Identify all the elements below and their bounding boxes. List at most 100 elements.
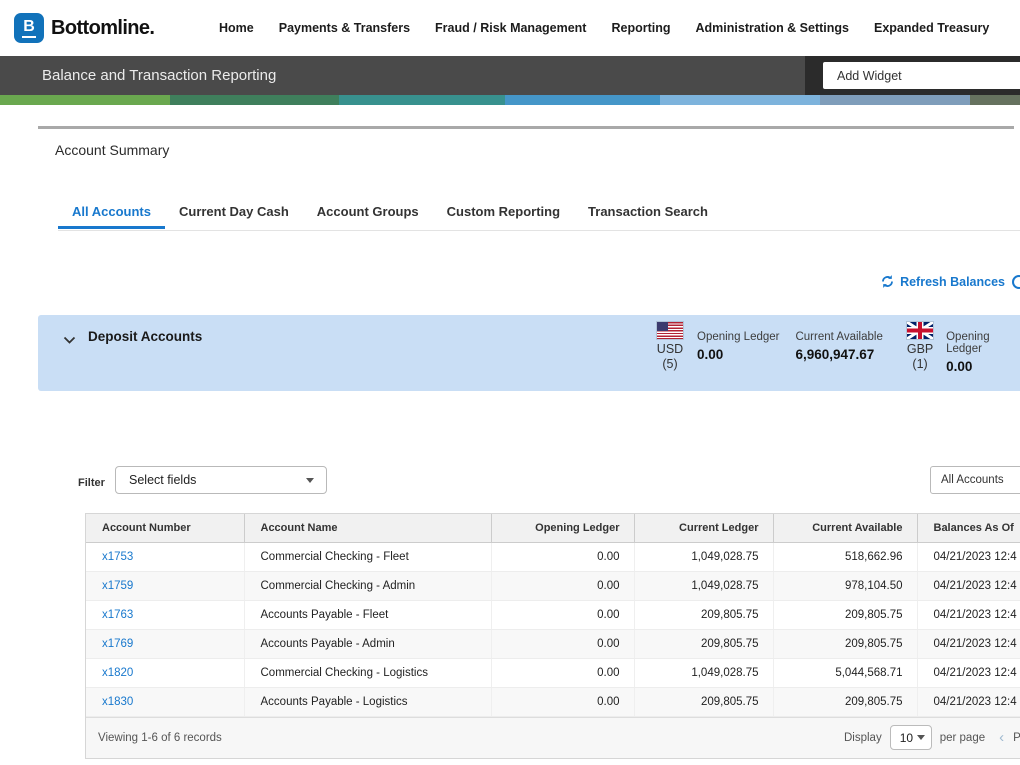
tab-bar: All Accounts Current Day Cash Account Gr… bbox=[58, 198, 722, 229]
cell-current-available: 209,805.75 bbox=[773, 600, 917, 629]
tab-custom-reporting[interactable]: Custom Reporting bbox=[433, 198, 574, 229]
cell-account-name: Commercial Checking - Admin bbox=[244, 571, 491, 600]
nav-item-admin-settings[interactable]: Administration & Settings bbox=[696, 21, 849, 35]
cell-current-ledger: 1,049,028.75 bbox=[634, 571, 773, 600]
cell-current-available: 978,104.50 bbox=[773, 571, 917, 600]
cell-current-ledger: 209,805.75 bbox=[634, 687, 773, 716]
refresh-balances-button[interactable]: Refresh Balances bbox=[880, 274, 1005, 289]
cell-current-ledger: 209,805.75 bbox=[634, 629, 773, 658]
current-available-label: Current Available bbox=[795, 331, 899, 343]
account-number-link[interactable]: x1763 bbox=[102, 609, 133, 621]
deposit-accounts-banner[interactable]: Deposit Accounts USD (5) Opening Ledger … bbox=[38, 315, 1020, 391]
header-account-number[interactable]: Account Number bbox=[86, 514, 244, 542]
all-accounts-value: All Accounts bbox=[941, 474, 1004, 486]
nav-item-reporting[interactable]: Reporting bbox=[611, 21, 670, 35]
nav-item-payments-transfers[interactable]: Payments & Transfers bbox=[279, 21, 410, 35]
page-heading: Account Summary bbox=[55, 142, 169, 158]
cell-current-ledger: 209,805.75 bbox=[634, 600, 773, 629]
table-row: x1769Accounts Payable - Admin0.00209,805… bbox=[86, 629, 1020, 658]
bottomline-logo-icon: B bbox=[14, 13, 44, 43]
opening-ledger-summary: Opening Ledger 0.00 bbox=[946, 322, 1020, 374]
current-available-value: 6,960,947.67 bbox=[795, 347, 899, 362]
cell-balances-as-of: 04/21/2023 12:4 bbox=[917, 658, 1020, 687]
gb-flag-icon bbox=[907, 322, 933, 339]
tab-bar-rule bbox=[58, 230, 1020, 231]
header-account-name[interactable]: Account Name bbox=[244, 514, 491, 542]
cell-account-number: x1769 bbox=[86, 629, 244, 658]
account-number-link[interactable]: x1759 bbox=[102, 580, 133, 592]
cell-balances-as-of: 04/21/2023 12:4 bbox=[917, 600, 1020, 629]
account-number-link[interactable]: x1820 bbox=[102, 667, 133, 679]
currency-code: USD bbox=[657, 342, 683, 356]
cell-balances-as-of: 04/21/2023 12:4 bbox=[917, 571, 1020, 600]
tab-account-groups[interactable]: Account Groups bbox=[303, 198, 433, 229]
header-current-ledger[interactable]: Current Ledger bbox=[634, 514, 773, 542]
nav-item-expanded-treasury[interactable]: Expanded Treasury bbox=[874, 21, 989, 35]
stripe-segment bbox=[0, 95, 170, 105]
currency-flag-column: GBP (1) bbox=[904, 322, 936, 374]
cell-account-name: Commercial Checking - Fleet bbox=[244, 542, 491, 571]
opening-ledger-value: 0.00 bbox=[946, 359, 1020, 374]
cell-opening-ledger: 0.00 bbox=[491, 571, 634, 600]
app-screen: B Bottomline. Home Payments & Transfers … bbox=[0, 0, 1020, 765]
tab-all-accounts[interactable]: All Accounts bbox=[58, 198, 165, 229]
cell-current-available: 209,805.75 bbox=[773, 687, 917, 716]
deposit-accounts-title: Deposit Accounts bbox=[88, 329, 202, 344]
table-header-row: Account Number Account Name Opening Ledg… bbox=[86, 514, 1020, 542]
tab-transaction-search[interactable]: Transaction Search bbox=[574, 198, 722, 229]
brand-name: Bottomline. bbox=[51, 17, 154, 40]
actions-row: Refresh Balances bbox=[0, 272, 1020, 294]
add-widget-dropdown[interactable]: Add Widget bbox=[823, 62, 1020, 89]
header-opening-ledger[interactable]: Opening Ledger bbox=[491, 514, 634, 542]
account-number-link[interactable]: x1830 bbox=[102, 696, 133, 708]
page-title: Balance and Transaction Reporting bbox=[42, 56, 276, 95]
table-row: x1763Accounts Payable - Fleet0.00209,805… bbox=[86, 600, 1020, 629]
cell-current-available: 209,805.75 bbox=[773, 629, 917, 658]
section-divider bbox=[38, 126, 1014, 129]
header-balances-as-of[interactable]: Balances As Of bbox=[917, 514, 1020, 542]
top-nav: B Bottomline. Home Payments & Transfers … bbox=[0, 0, 1020, 56]
cell-account-name: Accounts Payable - Fleet bbox=[244, 600, 491, 629]
cell-opening-ledger: 0.00 bbox=[491, 687, 634, 716]
nav-item-fraud-risk[interactable]: Fraud / Risk Management bbox=[435, 21, 586, 35]
clipped-action-icon[interactable] bbox=[1012, 275, 1020, 289]
cell-account-number: x1830 bbox=[86, 687, 244, 716]
account-number-link[interactable]: x1769 bbox=[102, 638, 133, 650]
all-accounts-dropdown[interactable]: All Accounts bbox=[930, 466, 1020, 494]
table-row: x1820Commercial Checking - Logistics0.00… bbox=[86, 658, 1020, 687]
stripe-segment bbox=[505, 95, 660, 105]
cell-account-number: x1759 bbox=[86, 571, 244, 600]
cell-balances-as-of: 04/21/2023 12:4 bbox=[917, 687, 1020, 716]
tab-current-day-cash[interactable]: Current Day Cash bbox=[165, 198, 303, 229]
us-flag-icon bbox=[657, 322, 683, 339]
logo-letter: B bbox=[22, 19, 36, 38]
chevron-down-icon bbox=[306, 478, 314, 483]
cell-current-available: 518,662.96 bbox=[773, 542, 917, 571]
refresh-balances-label: Refresh Balances bbox=[900, 275, 1005, 289]
per-page-select[interactable]: 10 bbox=[890, 725, 932, 750]
opening-ledger-summary: Opening Ledger 0.00 bbox=[697, 322, 779, 371]
per-page-value: 10 bbox=[900, 731, 913, 745]
select-fields-dropdown[interactable]: Select fields bbox=[115, 466, 327, 494]
cell-balances-as-of: 04/21/2023 12:4 bbox=[917, 629, 1020, 658]
header-current-available[interactable]: Current Available bbox=[773, 514, 917, 542]
title-bar: Balance and Transaction Reporting Add Wi… bbox=[0, 56, 1020, 95]
opening-ledger-value: 0.00 bbox=[697, 347, 779, 362]
chevron-down-icon[interactable] bbox=[63, 332, 76, 350]
previous-page-icon[interactable]: ‹ bbox=[999, 729, 1004, 746]
nav-item-home[interactable]: Home bbox=[219, 21, 254, 35]
current-available-summary: Current Available 6,960,947.67 bbox=[795, 322, 899, 371]
display-label: Display bbox=[844, 732, 882, 744]
cell-account-number: x1753 bbox=[86, 542, 244, 571]
cell-opening-ledger: 0.00 bbox=[491, 542, 634, 571]
opening-ledger-label: Opening Ledger bbox=[946, 331, 1020, 355]
currency-summary-gbp: GBP (1) Opening Ledger 0.00 bbox=[904, 322, 1020, 374]
cell-current-ledger: 1,049,028.75 bbox=[634, 658, 773, 687]
select-fields-value: Select fields bbox=[129, 473, 306, 487]
brand-logo[interactable]: B Bottomline. bbox=[14, 13, 154, 43]
pagination-controls: Display 10 per page ‹ Page bbox=[844, 718, 1020, 758]
currency-account-count: (5) bbox=[662, 357, 677, 371]
account-number-link[interactable]: x1753 bbox=[102, 551, 133, 563]
currency-flag-column: USD (5) bbox=[653, 322, 687, 371]
table-row: x1830Accounts Payable - Logistics0.00209… bbox=[86, 687, 1020, 716]
